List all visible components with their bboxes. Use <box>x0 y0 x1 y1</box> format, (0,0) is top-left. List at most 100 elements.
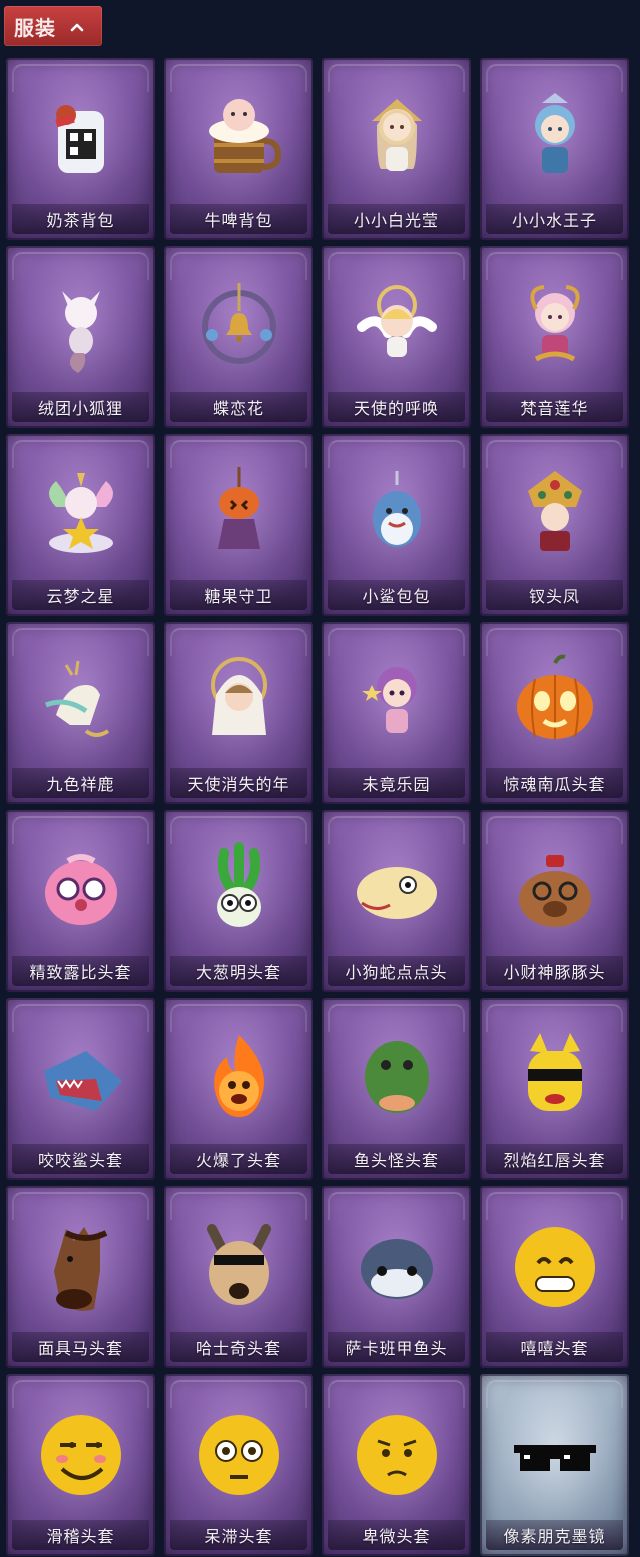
grin-emoji-head-icon <box>480 1204 629 1324</box>
item-card[interactable]: 九色祥鹿 <box>6 622 155 804</box>
fish-head-icon <box>322 1016 471 1136</box>
item-card[interactable]: 糖果守卫 <box>164 434 313 616</box>
beer-cow-backpack-icon <box>164 76 313 196</box>
item-card[interactable]: 面具马头套 <box>6 1186 155 1368</box>
item-label: 奶茶背包 <box>12 204 149 234</box>
item-card[interactable]: 奶茶背包 <box>6 58 155 240</box>
item-card[interactable]: 蝶恋花 <box>164 246 313 428</box>
white-light-doll-icon <box>322 76 471 196</box>
phoenix-crown-icon <box>480 452 629 572</box>
yellow-mask-head-icon <box>480 1016 629 1136</box>
item-card[interactable]: 哈士奇头套 <box>164 1186 313 1368</box>
capybara-head-icon <box>480 828 629 948</box>
item-card[interactable]: 小狗蛇点点头 <box>322 810 471 992</box>
item-card[interactable]: 未竟乐园 <box>322 622 471 804</box>
item-label: 钗头凤 <box>486 580 623 610</box>
fox-pendant-icon <box>6 264 155 384</box>
item-card[interactable]: 小小白光莹 <box>322 58 471 240</box>
funny-emoji-head-icon <box>6 1392 155 1512</box>
item-card[interactable]: 嘻嘻头套 <box>480 1186 629 1368</box>
category-tab-costume[interactable]: 服装 <box>4 6 102 46</box>
deer-pendant-icon <box>6 640 155 760</box>
item-label: 面具马头套 <box>12 1332 149 1362</box>
item-label: 卑微头套 <box>328 1520 465 1550</box>
item-label: 精致露比头套 <box>12 956 149 986</box>
item-label: 小鲨包包 <box>328 580 465 610</box>
item-card[interactable]: 惊魂南瓜头套 <box>480 622 629 804</box>
item-card[interactable]: 牛啤背包 <box>164 58 313 240</box>
item-card[interactable]: 云梦之星 <box>6 434 155 616</box>
pumpkin-head-icon <box>480 640 629 760</box>
item-card[interactable]: 绒团小狐狸 <box>6 246 155 428</box>
item-label: 鱼头怪头套 <box>328 1144 465 1174</box>
item-label: 萨卡班甲鱼头 <box>328 1332 465 1362</box>
item-label: 小财神豚豚头 <box>486 956 623 986</box>
item-label: 滑稽头套 <box>12 1520 149 1550</box>
item-label: 惊魂南瓜头套 <box>486 768 623 798</box>
item-card[interactable]: 滑稽头套 <box>6 1374 155 1556</box>
item-label: 咬咬鲨头套 <box>12 1144 149 1174</box>
item-card[interactable]: 鱼头怪头套 <box>322 998 471 1180</box>
item-label: 云梦之星 <box>12 580 149 610</box>
bell-wreath-icon <box>164 264 313 384</box>
fish-round-head-icon <box>322 1204 471 1324</box>
pumpkin-guard-icon <box>164 452 313 572</box>
item-card[interactable]: 呆滞头套 <box>164 1374 313 1556</box>
pink-beaver-head-icon <box>6 828 155 948</box>
milk-tea-backpack-icon <box>6 76 155 196</box>
item-label: 呆滞头套 <box>170 1520 307 1550</box>
item-card[interactable]: 咬咬鲨头套 <box>6 998 155 1180</box>
item-label: 小小白光莹 <box>328 204 465 234</box>
angel-doll-icon <box>322 264 471 384</box>
item-label: 大葱明头套 <box>170 956 307 986</box>
item-label: 火爆了头套 <box>170 1144 307 1174</box>
item-card[interactable]: 小鲨包包 <box>322 434 471 616</box>
item-label: 小小水王子 <box>486 204 623 234</box>
page: 服装 奶茶背包 牛啤背包 小小白光莹 小小水王子绒团小狐狸 蝶恋花 天使的呼唤 梵音莲华云梦… <box>0 0 640 1557</box>
shark-head-icon <box>6 1016 155 1136</box>
husky-head-icon <box>164 1204 313 1324</box>
angel-girl-icon <box>164 640 313 760</box>
fire-head-icon <box>164 1016 313 1136</box>
shark-bag-icon <box>322 452 471 572</box>
item-card[interactable]: 大葱明头套 <box>164 810 313 992</box>
item-label: 小狗蛇点点头 <box>328 956 465 986</box>
item-card[interactable]: 卑微头套 <box>322 1374 471 1556</box>
item-card[interactable]: 烈焰红唇头套 <box>480 998 629 1180</box>
item-label: 梵音莲华 <box>486 392 623 422</box>
item-label: 绒团小狐狸 <box>12 392 149 422</box>
paradise-doll-icon <box>322 640 471 760</box>
item-label: 天使的呼唤 <box>328 392 465 422</box>
scallion-head-icon <box>164 828 313 948</box>
category-tab-label: 服装 <box>14 15 56 40</box>
water-prince-doll-icon <box>480 76 629 196</box>
item-card[interactable]: 小小水王子 <box>480 58 629 240</box>
item-label: 天使消失的年 <box>170 768 307 798</box>
item-label: 牛啤背包 <box>170 204 307 234</box>
item-card[interactable]: 萨卡班甲鱼头 <box>322 1186 471 1368</box>
lotus-doll-icon <box>480 264 629 384</box>
item-grid: 奶茶背包 牛啤背包 小小白光莹 小小水王子绒团小狐狸 蝶恋花 天使的呼唤 梵音莲华云梦之星糖… <box>6 58 634 1556</box>
dazed-emoji-head-icon <box>164 1392 313 1512</box>
item-card[interactable]: 小财神豚豚头 <box>480 810 629 992</box>
horse-head-icon <box>6 1204 155 1324</box>
item-card[interactable]: 天使的呼唤 <box>322 246 471 428</box>
item-label: 哈士奇头套 <box>170 1332 307 1362</box>
item-card[interactable]: 火爆了头套 <box>164 998 313 1180</box>
chevron-up-icon[interactable] <box>70 17 84 36</box>
item-label: 九色祥鹿 <box>12 768 149 798</box>
item-card[interactable]: 钗头凤 <box>480 434 629 616</box>
unicorn-star-icon <box>6 452 155 572</box>
item-label: 烈焰红唇头套 <box>486 1144 623 1174</box>
pixel-sunglasses-icon <box>480 1392 629 1512</box>
item-label: 嘻嘻头套 <box>486 1332 623 1362</box>
item-label: 未竟乐园 <box>328 768 465 798</box>
item-card[interactable]: 精致露比头套 <box>6 810 155 992</box>
humble-emoji-head-icon <box>322 1392 471 1512</box>
item-label: 蝶恋花 <box>170 392 307 422</box>
snake-head-icon <box>322 828 471 948</box>
item-card[interactable]: 梵音莲华 <box>480 246 629 428</box>
item-card[interactable]: 天使消失的年 <box>164 622 313 804</box>
item-label: 糖果守卫 <box>170 580 307 610</box>
item-card[interactable]: 像素朋克墨镜 <box>480 1374 629 1556</box>
